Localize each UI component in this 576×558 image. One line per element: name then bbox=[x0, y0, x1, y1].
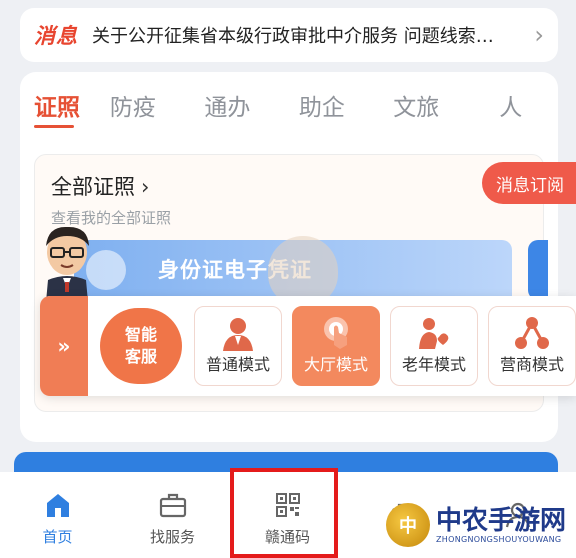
mode-elder[interactable]: 老年模式 bbox=[390, 306, 478, 386]
all-certificates-title: 全部证照 bbox=[51, 175, 135, 199]
home-icon bbox=[46, 493, 69, 517]
ai-service-line1: 智能 bbox=[124, 325, 157, 344]
assistant-avatar-icon[interactable] bbox=[36, 222, 98, 302]
nav-find-service-label: 找服务 bbox=[149, 527, 195, 546]
tab-general-service[interactable]: 通办 bbox=[180, 88, 274, 144]
nav-home-label: 首页 bbox=[42, 527, 73, 546]
mode-hall[interactable]: 大厅模式 bbox=[292, 306, 380, 386]
next-card-peek[interactable] bbox=[528, 240, 548, 300]
mode-bar: » 智能 客服 普通模式 大厅模式 老年模式 营商模式 bbox=[40, 296, 576, 396]
mode-normal[interactable]: 普通模式 bbox=[194, 306, 282, 386]
tab-certificates[interactable]: 证照 bbox=[34, 88, 86, 144]
elder-icon bbox=[419, 318, 449, 349]
chevron-right-icon: › bbox=[141, 175, 150, 199]
notice-bar[interactable]: 消息 关于公开征集省本级行政审批中介服务 问题线索… › bbox=[20, 8, 558, 62]
mode-elder-label: 老年模式 bbox=[401, 355, 466, 374]
mode-business[interactable]: 营商模式 bbox=[488, 306, 576, 386]
watermark-subtitle: ZHONGNONGSHOUYOUWANG bbox=[436, 534, 562, 544]
expand-arrow-icon[interactable]: » bbox=[40, 296, 88, 396]
nav-home[interactable]: 首页 bbox=[0, 472, 115, 558]
category-tabs: 证照 防疫 通办 助企 文旅 人 bbox=[20, 72, 558, 144]
mode-normal-label: 普通模式 bbox=[205, 355, 270, 374]
touch-icon bbox=[324, 317, 348, 349]
all-certificates-link[interactable]: 全部证照 › bbox=[51, 171, 149, 201]
person-icon bbox=[223, 318, 253, 351]
notice-text[interactable]: 关于公开征集省本级行政审批中介服务 问题线索… bbox=[92, 22, 528, 48]
ai-service-line2: 客服 bbox=[124, 347, 157, 366]
nav-find-service[interactable]: 找服务 bbox=[115, 472, 230, 558]
tab-business-help[interactable]: 助企 bbox=[275, 88, 369, 144]
chevron-right-icon[interactable]: › bbox=[534, 21, 544, 49]
mode-business-label: 营商模式 bbox=[499, 355, 564, 374]
tab-more[interactable]: 人 bbox=[464, 88, 558, 144]
tab-epidemic[interactable]: 防疫 bbox=[86, 88, 180, 144]
ai-service-button[interactable]: 智能 客服 bbox=[100, 308, 182, 384]
highlight-box bbox=[230, 468, 338, 558]
network-icon bbox=[515, 317, 549, 349]
tab-culture-tourism[interactable]: 文旅 bbox=[369, 88, 463, 144]
watermark-title: 中农手游网 bbox=[436, 505, 567, 536]
mode-hall-label: 大厅模式 bbox=[303, 355, 368, 374]
briefcase-icon bbox=[159, 493, 186, 517]
watermark: 中 中农手游网 ZHONGNONGSHOUYOUWANG bbox=[386, 494, 572, 556]
subscribe-button[interactable]: 消息订阅 bbox=[482, 162, 576, 204]
watermark-logo-icon: 中 bbox=[386, 503, 430, 547]
notice-tag: 消息 bbox=[34, 24, 78, 48]
